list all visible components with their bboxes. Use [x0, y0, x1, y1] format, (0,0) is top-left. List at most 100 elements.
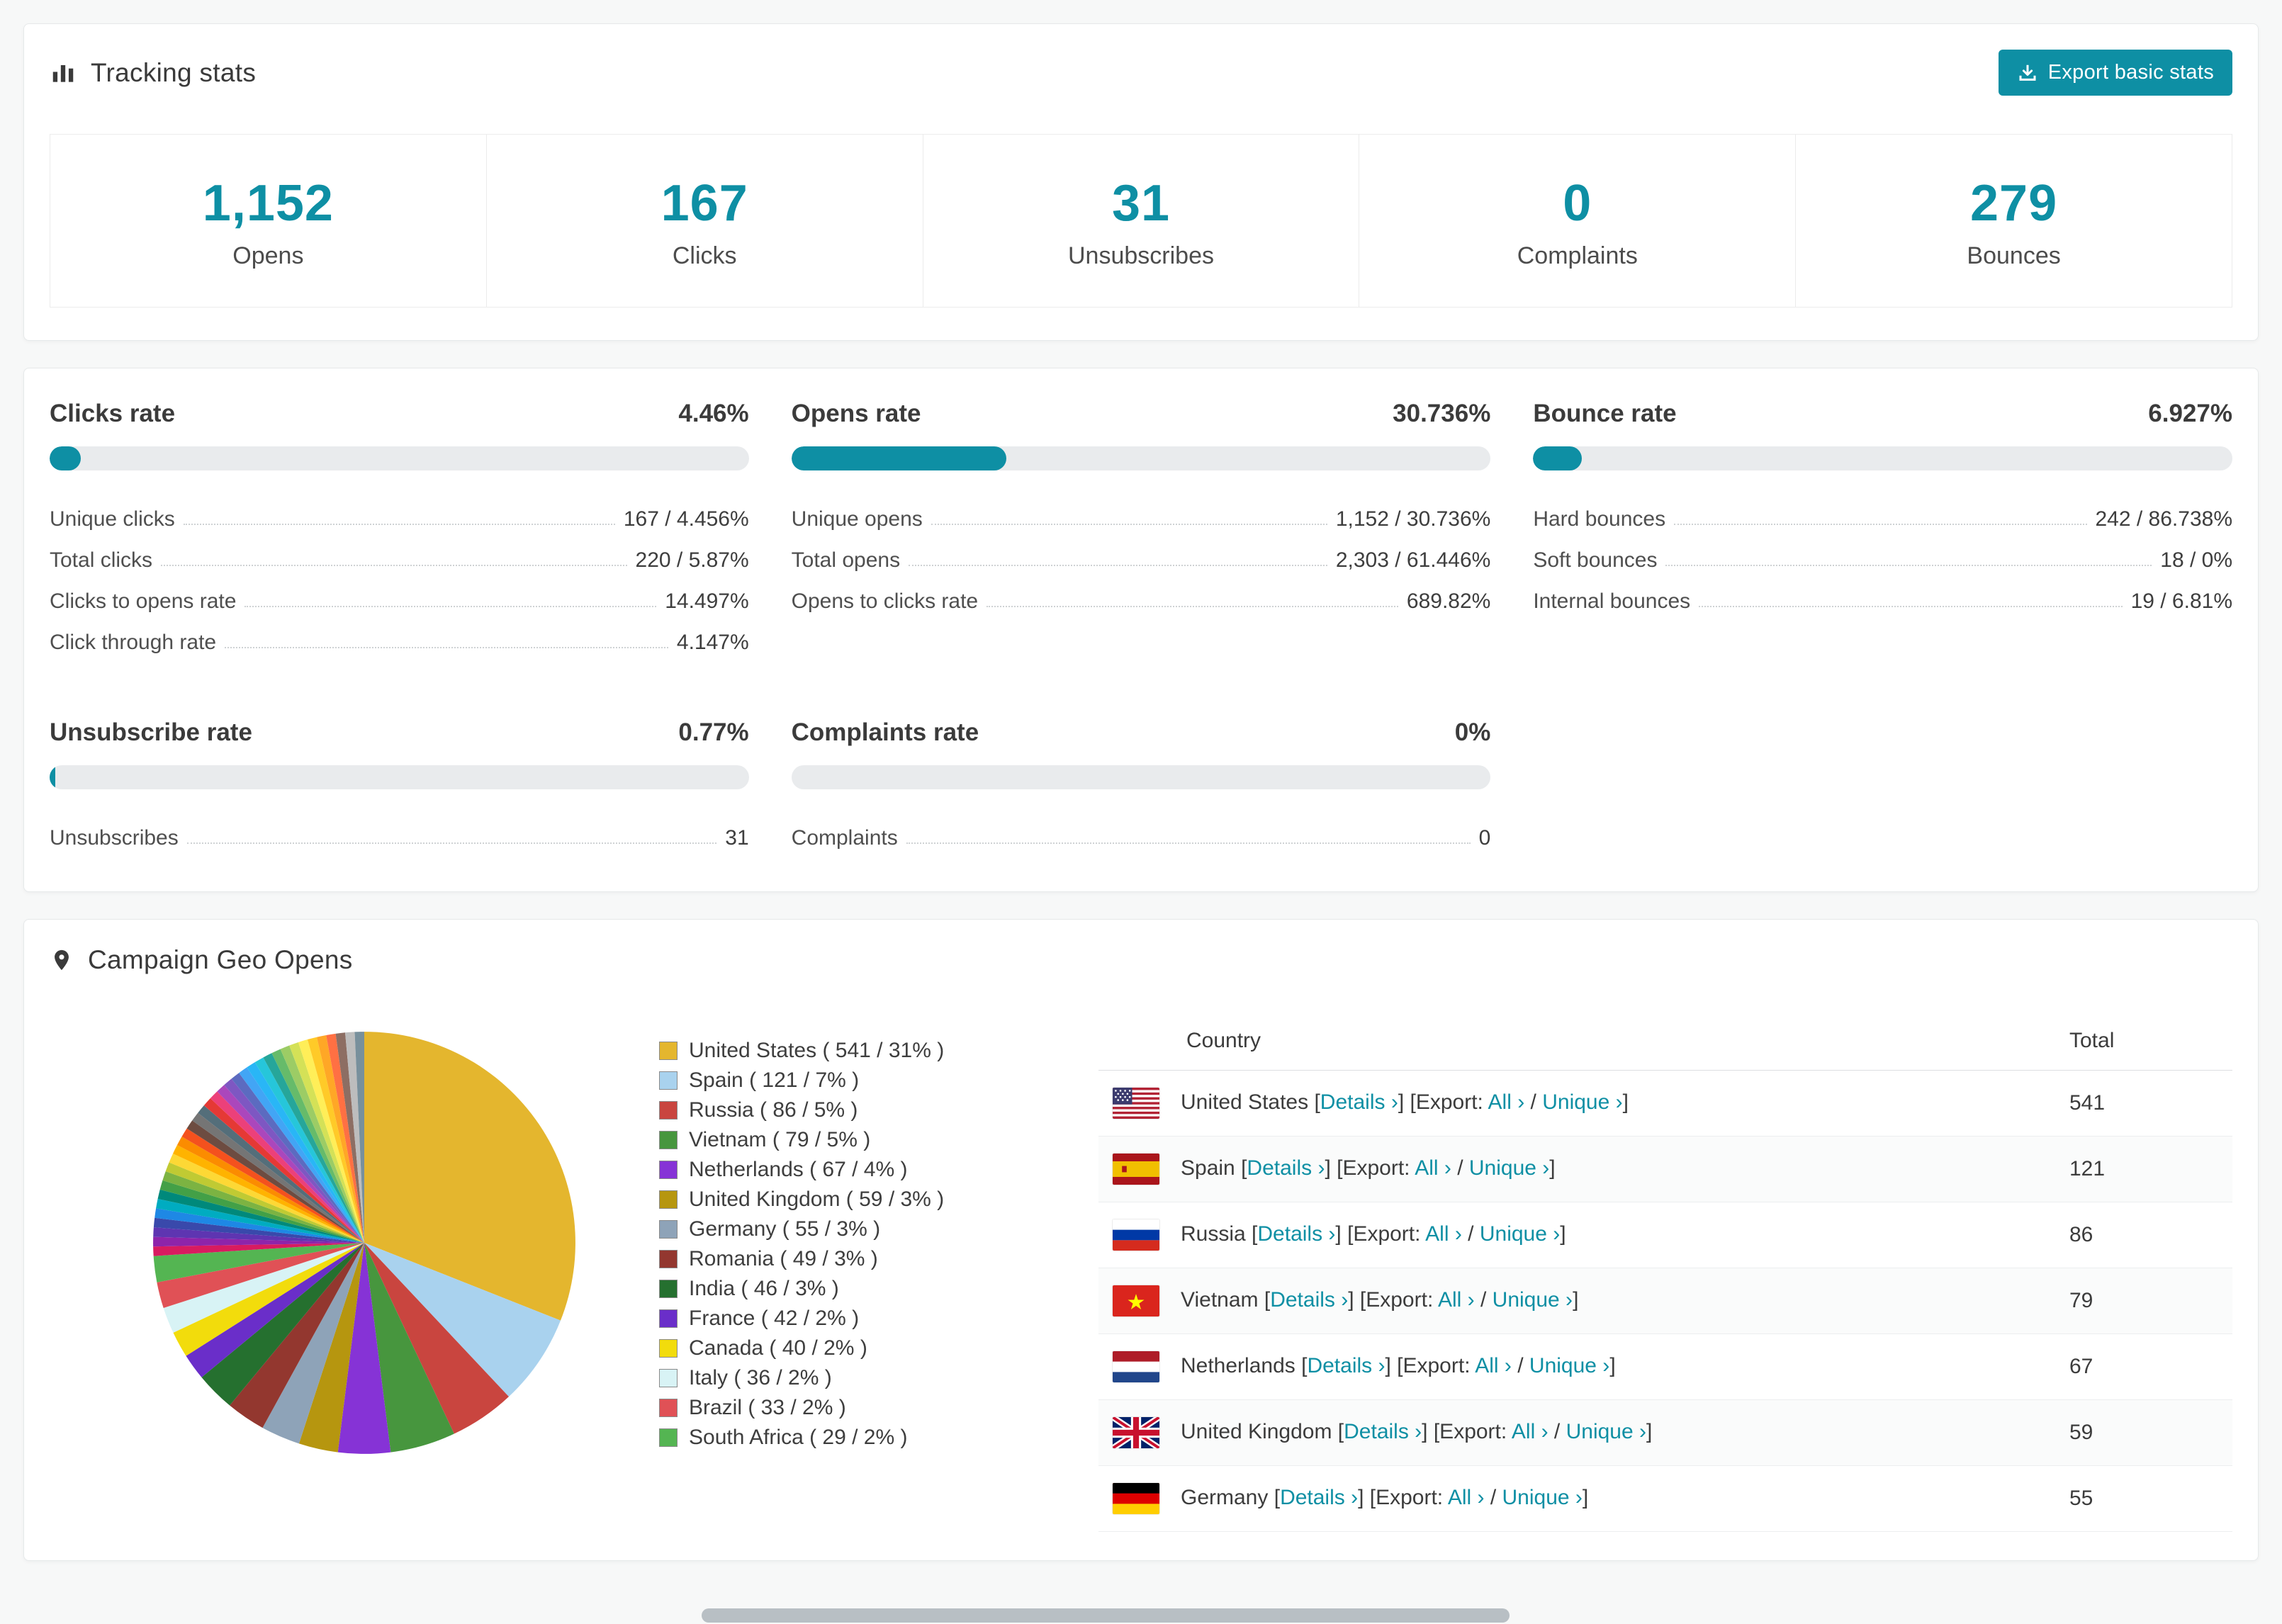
detail-label: Total clicks: [50, 548, 153, 572]
dotted-leader: [1674, 524, 2087, 525]
country-cell: Spain [Details ›] [Export: All › / Uniqu…: [1098, 1136, 2069, 1202]
progress-bar-track: [50, 765, 749, 789]
legend-swatch: [659, 1190, 678, 1209]
progress-bar-fill: [50, 446, 81, 470]
export-all-link[interactable]: All ›: [1512, 1420, 1548, 1443]
dotted-leader: [1665, 565, 2152, 566]
export-unique-link[interactable]: Unique ›: [1542, 1090, 1622, 1114]
legend-swatch: [659, 1220, 678, 1239]
stat-value: 279: [1970, 175, 2058, 232]
details-link[interactable]: Details ›: [1280, 1486, 1358, 1509]
dotted-leader: [906, 842, 1471, 844]
rate-block-bounce-rate: Bounce rate 6.927% Hard bounces 242 / 86.73…: [1533, 400, 2232, 655]
legend-swatch: [659, 1309, 678, 1328]
rate-title: Complaints rate: [791, 718, 979, 746]
details-link[interactable]: Details ›: [1257, 1222, 1335, 1246]
export-all-link[interactable]: All ›: [1448, 1486, 1485, 1509]
legend-label: United States ( 541 / 31% ): [689, 1039, 945, 1062]
detail-value: 31: [725, 826, 749, 850]
stat-value: 1,152: [202, 175, 334, 232]
details-link[interactable]: Details ›: [1247, 1156, 1325, 1180]
export-all-link[interactable]: All ›: [1475, 1354, 1512, 1377]
legend-label: Vietnam ( 79 / 5% ): [689, 1128, 871, 1151]
country-name: Vietnam: [1181, 1287, 1264, 1312]
flag-ru-icon: [1113, 1219, 1159, 1251]
details-link[interactable]: Details ›: [1307, 1354, 1385, 1377]
detail-value: 0: [1478, 826, 1491, 850]
dotted-leader: [1699, 606, 2123, 607]
export-all-link[interactable]: All ›: [1438, 1288, 1475, 1312]
rate-detail-row: Complaints 0: [792, 809, 1491, 850]
detail-label: Unique opens: [791, 507, 923, 531]
stat-box-opens: 1,152 Opens: [50, 135, 486, 307]
export-unique-link[interactable]: Unique ›: [1566, 1420, 1646, 1443]
rate-title: Clicks rate: [50, 400, 176, 427]
details-link[interactable]: Details ›: [1344, 1420, 1422, 1443]
detail-label: Clicks to opens rate: [50, 590, 237, 613]
rate-detail-row: Hard bounces 242 / 86.738%: [1533, 490, 2232, 531]
legend-swatch: [659, 1042, 678, 1060]
detail-value: 242 / 86.738%: [2095, 507, 2233, 531]
legend-label: Brazil ( 33 / 2% ): [689, 1396, 846, 1419]
country-name: United Kingdom: [1181, 1419, 1338, 1443]
progress-bar-track: [50, 446, 749, 470]
country-links: [Details ›] [Export: All › / Unique ›]: [1274, 1485, 1589, 1509]
stat-box-clicks: 167 Clicks: [485, 135, 923, 307]
dotted-leader: [909, 565, 1327, 566]
legend-swatch: [659, 1101, 678, 1120]
stat-value: 0: [1563, 175, 1592, 232]
pie-chart-legend: United States ( 541 / 31% ) Spain ( 121 /…: [659, 1036, 999, 1453]
legend-label: Romania ( 49 / 3% ): [689, 1247, 878, 1270]
export-all-link[interactable]: All ›: [1415, 1156, 1451, 1180]
export-unique-link[interactable]: Unique ›: [1502, 1486, 1583, 1509]
country-cell: Germany [Details ›] [Export: All › / Uni…: [1098, 1465, 2069, 1532]
rate-detail-row: Opens to clicks rate 689.82%: [792, 573, 1491, 614]
legend-swatch: [659, 1250, 678, 1268]
table-row-united-kingdom: United Kingdom [Details ›] [Export: All …: [1098, 1399, 2232, 1466]
flag-vn-icon: [1113, 1285, 1159, 1316]
stat-label: Opens: [232, 242, 304, 269]
flag-nl-icon: [1113, 1351, 1159, 1382]
export-unique-link[interactable]: Unique ›: [1529, 1354, 1609, 1377]
legend-item-vietnam: Vietnam ( 79 / 5% ): [659, 1125, 999, 1155]
geo-opens-pie-chart: [153, 1032, 575, 1454]
progress-bar-track: [791, 765, 1491, 789]
details-link[interactable]: Details ›: [1270, 1288, 1348, 1312]
column-header-country: Country: [1098, 1016, 2069, 1071]
detail-value: 1,152 / 30.736%: [1335, 507, 1491, 531]
legend-item-brazil: Brazil ( 33 / 2% ): [659, 1393, 999, 1423]
detail-value: 2,303 / 61.446%: [1335, 548, 1491, 572]
export-unique-link[interactable]: Unique ›: [1493, 1288, 1573, 1312]
rate-detail-row: Total clicks 220 / 5.87%: [50, 531, 749, 573]
stat-label: Complaints: [1517, 242, 1638, 269]
export-unique-link[interactable]: Unique ›: [1480, 1222, 1560, 1246]
stat-box-bounces: 279 Bounces: [1795, 135, 2232, 307]
export-basic-stats-button[interactable]: Export basic stats: [1998, 50, 2232, 96]
rate-value: 0%: [1454, 718, 1491, 746]
legend-label: France ( 42 / 2% ): [689, 1307, 860, 1330]
country-name: Russia: [1181, 1222, 1252, 1246]
legend-label: Germany ( 55 / 3% ): [689, 1217, 881, 1241]
rate-title: Unsubscribe rate: [50, 718, 252, 746]
legend-item-russia: Russia ( 86 / 5% ): [659, 1095, 999, 1125]
detail-value: 18 / 0%: [2160, 548, 2232, 572]
rate-title: Bounce rate: [1533, 400, 1677, 427]
legend-swatch: [659, 1369, 678, 1387]
progress-bar-fill: [50, 765, 55, 789]
table-row-spain: Spain [Details ›] [Export: All › / Uniqu…: [1098, 1136, 2232, 1202]
details-link[interactable]: Details ›: [1320, 1090, 1398, 1114]
detail-value: 14.497%: [665, 590, 749, 613]
export-all-link[interactable]: All ›: [1425, 1222, 1462, 1246]
horizontal-scrollbar-thumb[interactable]: [702, 1608, 1510, 1623]
export-unique-link[interactable]: Unique ›: [1469, 1156, 1549, 1180]
bar-chart-icon: [50, 60, 77, 86]
stat-label: Bounces: [1967, 242, 2061, 269]
legend-item-italy: Italy ( 36 / 2% ): [659, 1363, 999, 1393]
table-row-germany: Germany [Details ›] [Export: All › / Uni…: [1098, 1465, 2232, 1532]
country-cell: Netherlands [Details ›] [Export: All › /…: [1098, 1333, 2069, 1400]
export-all-link[interactable]: All ›: [1488, 1090, 1525, 1114]
rate-header: Opens rate 30.736%: [792, 400, 1491, 428]
rate-header: Complaints rate 0%: [792, 718, 1491, 747]
rate-detail-row: Clicks to opens rate 14.497%: [50, 573, 749, 614]
geo-opens-table: Country Total United States [Details ›] …: [1098, 1016, 2232, 1532]
